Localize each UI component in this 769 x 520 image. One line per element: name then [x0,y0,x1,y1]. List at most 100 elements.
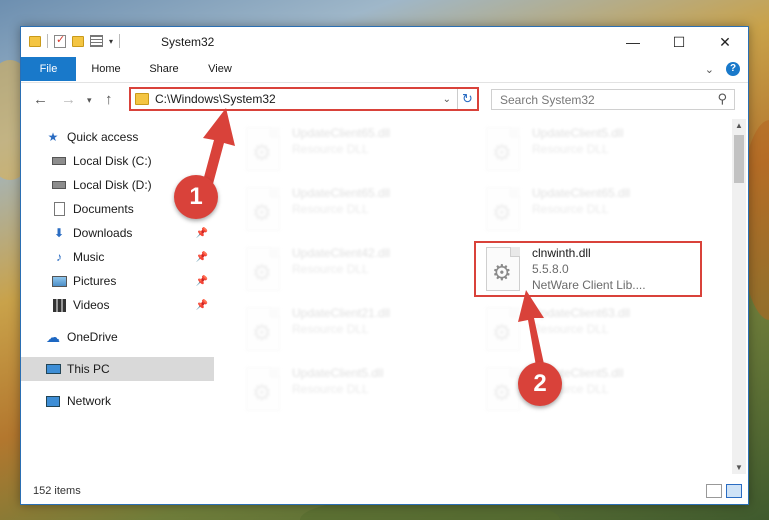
details-view-icon[interactable] [706,484,722,498]
vertical-scrollbar[interactable]: ▲ ▼ [732,119,746,474]
scroll-up-icon[interactable]: ▲ [732,121,746,130]
onedrive-icon: ☁ [46,328,60,345]
file-description: Resource DLL [532,202,609,216]
file-icon: ⚙ [246,247,280,291]
navigation-pane: ★ Quick access Local Disk (C:) Local Dis… [21,119,214,479]
up-arrow-icon[interactable]: ↑ [105,91,113,108]
pin-icon[interactable]: 📌 [196,300,208,311]
file-name: UpdateClient5.dll [532,126,624,140]
close-button[interactable]: ✕ [702,27,748,57]
file-item[interactable]: ⚙ UpdateClient65.dll Resource DLL [236,183,464,239]
sidebar-item-network[interactable]: Network [21,389,214,413]
gear-icon: ⚙ [252,140,272,165]
file-name: UpdateClient65.dll [292,186,391,200]
file-item-clnwinth[interactable]: ⚙ clnwinth.dll 5.5.8.0 NetWare Client Li… [474,241,702,297]
step-1-badge: 1 [174,175,218,219]
sidebar-item-label: Local Disk (D:) [73,178,152,192]
file-description: Resource DLL [292,202,369,216]
gear-icon: ⚙ [252,200,272,225]
sidebar-item-pictures[interactable]: Pictures 📌 [21,269,214,293]
scroll-thumb[interactable] [734,135,744,183]
file-item[interactable]: ⚙ UpdateClient5.dll Resource DLL [236,363,464,419]
sidebar-item-label: Local Disk (C:) [73,154,152,168]
chevron-down-icon[interactable]: ⌄ [705,63,714,76]
quick-access-toolbar: ▾ [29,33,121,48]
ribbon-tabs: File Home Share View ⌄ ? [21,57,748,82]
address-bar[interactable]: C:\Windows\System32 ⌄ ↻ [129,87,479,111]
music-icon: ♪ [56,250,62,264]
tab-file[interactable]: File [21,57,76,81]
chevron-down-icon[interactable]: ▾ [109,37,113,46]
file-description: Resource DLL [292,142,369,156]
file-description: Resource DLL [292,262,369,276]
address-path[interactable]: C:\Windows\System32 [155,92,443,106]
navigation-bar: ← → ▾ ↑ C:\Windows\System32 ⌄ ↻ Search S… [21,85,748,115]
file-description: Resource DLL [292,322,369,336]
download-icon: ⬇ [53,226,65,240]
sidebar-item-label: Videos [73,298,110,312]
recent-locations-chevron-icon[interactable]: ▾ [87,95,92,106]
help-icon[interactable]: ? [726,62,740,76]
properties-check-icon[interactable] [54,33,66,48]
search-placeholder: Search System32 [500,92,595,107]
large-icons-view-icon[interactable] [726,484,742,498]
maximize-button[interactable]: ☐ [656,27,702,57]
file-name: UpdateClient42.dll [292,246,391,260]
search-input[interactable]: Search System32 ⚲ [491,89,735,110]
refresh-icon[interactable]: ↻ [457,89,477,109]
sidebar-item-onedrive[interactable]: ☁ OneDrive [21,325,214,349]
customize-icon[interactable] [90,35,103,47]
pc-icon [45,362,61,376]
sidebar-item-downloads[interactable]: ⬇ Downloads 📌 [21,221,214,245]
explorer-window: ▾ System32 — ☐ ✕ File Home Share View ⌄ … [20,26,749,505]
sidebar-item-music[interactable]: ♪ Music 📌 [21,245,214,269]
ribbon-divider [21,82,748,83]
file-version: 5.5.8.0 [532,262,569,276]
tab-home[interactable]: Home [81,57,131,81]
sidebar-item-videos[interactable]: Videos 📌 [21,293,214,317]
pin-icon[interactable]: 📌 [196,228,208,239]
gear-icon: ⚙ [492,200,512,225]
gear-icon: ⚙ [492,380,512,405]
back-arrow-icon[interactable]: ← [33,91,48,108]
file-icon: ⚙ [246,367,280,411]
pin-icon[interactable]: 📌 [196,276,208,287]
file-item[interactable]: ⚙ UpdateClient5.dll Resource DLL [476,123,704,179]
pin-icon[interactable]: 📌 [196,252,208,263]
search-icon[interactable]: ⚲ [717,91,727,107]
sidebar-item-label: OneDrive [67,330,118,344]
tab-view[interactable]: View [195,57,245,81]
file-icon: ⚙ [246,187,280,231]
gear-icon: ⚙ [252,260,272,285]
star-icon: ★ [47,130,59,144]
file-item[interactable]: ⚙ UpdateClient21.dll Resource DLL [236,303,464,359]
file-item[interactable]: ⚙ UpdateClient65.dll Resource DLL [236,123,464,179]
sidebar-item-quick-access[interactable]: ★ Quick access [21,125,214,149]
file-name: UpdateClient65.dll [532,186,631,200]
sidebar-item-this-pc[interactable]: This PC [21,357,214,381]
tab-share[interactable]: Share [139,57,189,81]
file-item[interactable]: ⚙ UpdateClient65.dll Resource DLL [476,183,704,239]
scroll-down-icon[interactable]: ▼ [732,463,746,472]
sidebar-item-label: This PC [67,362,110,376]
forward-arrow-icon[interactable]: → [61,91,76,108]
chevron-down-icon[interactable]: ⌄ [443,94,451,105]
gear-icon: ⚙ [252,380,272,405]
title-bar: ▾ System32 — ☐ ✕ [21,27,748,57]
file-description: Resource DLL [532,322,609,336]
file-description: Resource DLL [292,382,369,396]
file-icon: ⚙ [486,247,520,291]
file-name: UpdateClient5.dll [292,366,384,380]
minimize-button[interactable]: — [610,27,656,57]
network-icon [45,394,61,408]
gear-icon: ⚙ [492,320,512,345]
file-icon: ⚙ [486,187,520,231]
new-folder-icon[interactable] [72,35,84,47]
file-icon: ⚙ [486,307,520,351]
file-item[interactable]: ⚙ UpdateClient5.dll Resource DLL [476,363,704,419]
sidebar-item-label: Pictures [73,274,117,288]
sidebar-item-local-disk-c[interactable]: Local Disk (C:) [21,149,214,173]
file-name: clnwinth.dll [532,246,591,260]
file-item[interactable]: ⚙ UpdateClient42.dll Resource DLL [236,243,464,299]
file-item[interactable]: ⚙ UpdateClient63.dll Resource DLL [476,303,704,359]
